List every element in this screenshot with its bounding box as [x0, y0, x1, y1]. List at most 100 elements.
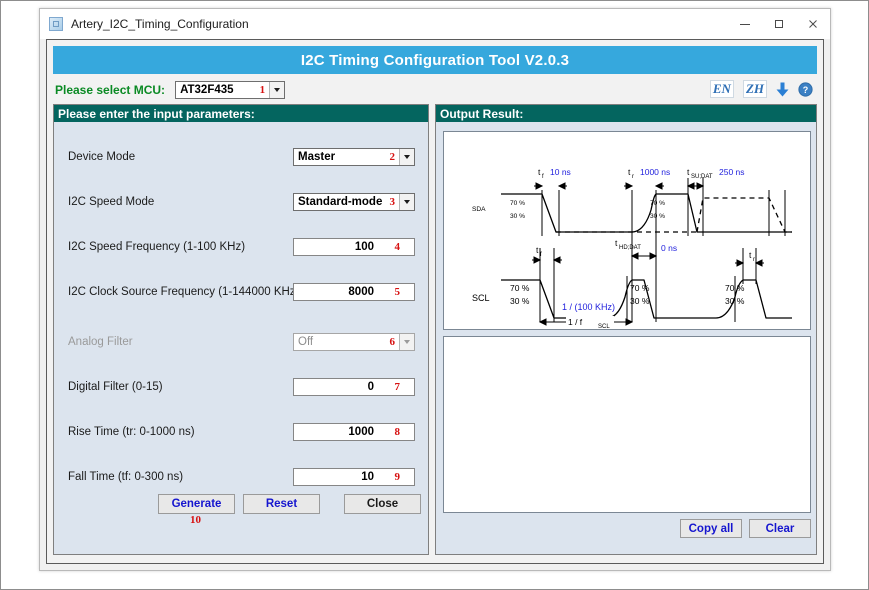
- svg-text:t: t: [749, 250, 752, 260]
- device-mode-value: Master: [294, 151, 335, 163]
- svg-text:f: f: [540, 252, 542, 258]
- label-i2c-speed-frequency: I2C Speed Frequency (1-100 KHz): [68, 241, 245, 253]
- annotation-thddat-value: 0 ns: [661, 243, 677, 253]
- svg-text:r: r: [632, 174, 634, 180]
- header-icon-group: EN ZH ?: [710, 80, 813, 98]
- svg-text:70 %: 70 %: [510, 283, 530, 293]
- svg-text:?: ?: [803, 85, 809, 95]
- output-textarea[interactable]: [443, 336, 811, 513]
- device-mode-select[interactable]: Master 2: [293, 148, 415, 166]
- mcu-select[interactable]: AT32F435 1: [175, 81, 285, 99]
- copy-all-button[interactable]: Copy all: [680, 519, 742, 538]
- close-button-form[interactable]: Close: [344, 494, 421, 514]
- svg-text:70 %: 70 %: [630, 283, 650, 293]
- close-button[interactable]: [796, 9, 830, 39]
- mcu-select-value: AT32F435: [176, 84, 233, 96]
- annotation-tsudat-value: 250 ns: [719, 167, 745, 177]
- annotation-marker-4: 4: [395, 241, 401, 253]
- title-bar: Artery_I2C_Timing_Configuration: [40, 9, 830, 39]
- svg-text:70 %: 70 %: [510, 200, 525, 207]
- maximize-button[interactable]: [762, 9, 796, 39]
- annotation-marker-8: 8: [395, 426, 401, 438]
- rise-time-input[interactable]: 1000 8: [293, 423, 415, 441]
- analog-filter-value: Off: [294, 336, 313, 348]
- label-rise-time: Rise Time (tr: 0-1000 ns): [68, 426, 195, 438]
- chevron-down-icon[interactable]: [399, 194, 414, 210]
- svg-text:r: r: [753, 257, 755, 263]
- annotation-marker-3: 3: [390, 196, 396, 208]
- i2c-timing-diagram: SDA 70 % 30 % 70 % 30 %: [443, 131, 811, 330]
- form-row-clock-source-frequency: I2C Clock Source Frequency (1-144000 KHz…: [54, 282, 428, 302]
- form-row-digital-filter: Digital Filter (0-15) 0 7: [54, 377, 428, 397]
- output-result-panel: Output Result: SDA 70 %: [435, 104, 817, 555]
- minimize-button[interactable]: [728, 9, 762, 39]
- maximize-icon: [773, 18, 785, 30]
- svg-text:30 %: 30 %: [650, 213, 665, 220]
- sda-label: SDA: [472, 206, 486, 213]
- svg-text:t: t: [538, 167, 541, 177]
- timing-waveform-svg: SDA 70 % 30 % 70 % 30 %: [444, 132, 810, 329]
- label-analog-filter: Analog Filter: [68, 336, 133, 348]
- label-digital-filter: Digital Filter (0-15): [68, 381, 163, 393]
- svg-text:t: t: [628, 167, 631, 177]
- svg-text:30 %: 30 %: [510, 296, 530, 306]
- output-result-header: Output Result:: [436, 105, 816, 122]
- period-label: 1 / (100 KHz): [562, 302, 615, 312]
- generate-button[interactable]: Generate: [158, 494, 235, 514]
- svg-text:70 %: 70 %: [650, 200, 665, 207]
- input-parameters-header: Please enter the input parameters:: [54, 105, 428, 122]
- form-row-analog-filter: Analog Filter Off 6: [54, 332, 428, 352]
- lang-zh-button[interactable]: ZH: [743, 80, 767, 98]
- svg-text:f: f: [542, 174, 544, 180]
- clear-button[interactable]: Clear: [749, 519, 811, 538]
- svg-text:30 %: 30 %: [510, 213, 525, 220]
- svg-text:SU;DAT: SU;DAT: [691, 174, 713, 180]
- form-row-fall-time: Fall Time (tf: 0-300 ns) 10 9: [54, 467, 428, 487]
- client-area: I2C Timing Configuration Tool V2.0.3 Ple…: [46, 39, 824, 564]
- mcu-selection-row: Please select MCU: AT32F435 1: [53, 78, 817, 102]
- i2c-speed-frequency-input[interactable]: 100 4: [293, 238, 415, 256]
- rise-time-value: 1000: [348, 426, 374, 438]
- annotation-marker-2: 2: [390, 151, 396, 163]
- digital-filter-value: 0: [368, 381, 374, 393]
- app-banner-title: I2C Timing Configuration Tool V2.0.3: [53, 46, 817, 74]
- screenshot-root: Artery_I2C_Timing_Configuration I2C Timi…: [0, 0, 869, 590]
- chevron-down-icon: [399, 334, 414, 350]
- download-icon[interactable]: [776, 82, 789, 97]
- svg-text:t: t: [687, 167, 690, 177]
- fscl-sub: SCL: [598, 324, 610, 329]
- lang-en-button[interactable]: EN: [710, 80, 734, 98]
- reset-button[interactable]: Reset: [243, 494, 320, 514]
- form-row-rise-time: Rise Time (tr: 0-1000 ns) 1000 8: [54, 422, 428, 442]
- form-row-speed-mode: I2C Speed Mode Standard-mode 3: [54, 192, 428, 212]
- annotation-marker-5: 5: [395, 286, 401, 298]
- i2c-clock-source-frequency-input[interactable]: 8000 5: [293, 283, 415, 301]
- annotation-marker-1: 1: [260, 84, 266, 96]
- label-device-mode: Device Mode: [68, 151, 135, 163]
- i2c-speed-mode-select[interactable]: Standard-mode 3: [293, 193, 415, 211]
- i2c-clock-source-frequency-value: 8000: [348, 286, 374, 298]
- scl-label: SCL: [472, 293, 490, 303]
- chevron-down-icon[interactable]: [269, 82, 284, 98]
- close-icon: [807, 18, 819, 30]
- minimize-icon: [739, 18, 751, 30]
- annotation-marker-9: 9: [395, 471, 401, 483]
- annotation-marker-6: 6: [390, 336, 396, 348]
- form-row-speed-frequency: I2C Speed Frequency (1-100 KHz) 100 4: [54, 237, 428, 257]
- i2c-speed-frequency-value: 100: [355, 241, 374, 253]
- annotation-marker-10: 10: [190, 514, 201, 526]
- chevron-down-icon[interactable]: [399, 149, 414, 165]
- annotation-tr-value: 1000 ns: [640, 167, 670, 177]
- form-row-device-mode: Device Mode Master 2: [54, 147, 428, 167]
- annotation-marker-7: 7: [395, 381, 401, 393]
- fall-time-input[interactable]: 10 9: [293, 468, 415, 486]
- svg-text:30 %: 30 %: [630, 296, 650, 306]
- svg-text:t: t: [536, 245, 539, 255]
- digital-filter-input[interactable]: 0 7: [293, 378, 415, 396]
- fall-time-value: 10: [361, 471, 374, 483]
- annotation-tf-value: 10 ns: [550, 167, 571, 177]
- svg-text:HD;DAT: HD;DAT: [619, 245, 641, 251]
- application-window: Artery_I2C_Timing_Configuration I2C Timi…: [39, 8, 831, 571]
- window-title: Artery_I2C_Timing_Configuration: [71, 17, 249, 31]
- help-icon[interactable]: ?: [798, 82, 813, 97]
